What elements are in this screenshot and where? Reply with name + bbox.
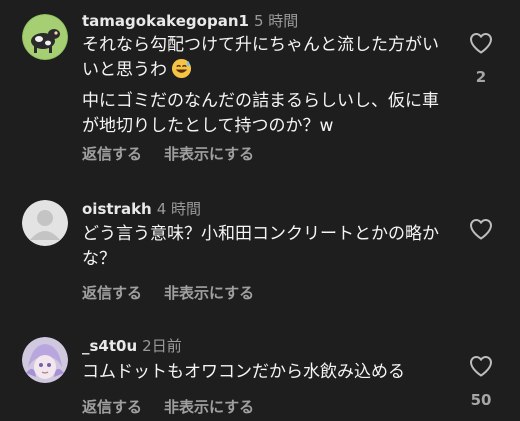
comments-screen: tamagokakegopan1 5 時間 それなら勾配つけて升にちゃんと流した方… bbox=[0, 0, 520, 421]
username[interactable]: oistrakh bbox=[82, 200, 152, 218]
comment-actions: 返信する 非表示にする bbox=[82, 143, 276, 164]
timestamp: 4 時間 bbox=[156, 200, 202, 218]
comment-paragraph: 中にゴミだのなんだの詰まるらしいし、仮に車が地切りしたとして持つのか？w bbox=[82, 91, 439, 136]
anime-avatar-icon bbox=[22, 337, 68, 383]
reply-button[interactable]: 返信する bbox=[82, 396, 142, 417]
hide-button[interactable]: 非表示にする bbox=[164, 396, 254, 417]
username[interactable]: _s4t0u bbox=[82, 337, 137, 355]
grinning-sweat-emoji bbox=[171, 58, 192, 79]
username[interactable]: tamagokakegopan1 bbox=[82, 12, 249, 30]
like-control: 2 bbox=[466, 32, 496, 86]
avatar[interactable] bbox=[22, 14, 68, 60]
like-count: 50 bbox=[470, 391, 492, 409]
comment-text: それなら勾配つけて升にちゃんと流した方がいいと思うわ 中にゴミだのなんだの詰まる… bbox=[82, 33, 452, 139]
reply-button[interactable]: 返信する bbox=[82, 282, 142, 303]
heart-icon[interactable] bbox=[469, 355, 493, 377]
cow-avatar-icon bbox=[22, 14, 68, 60]
comment-paragraph: それなら勾配つけて升にちゃんと流した方がいいと思うわ bbox=[82, 33, 452, 83]
comment-actions: 返信する 非表示にする bbox=[82, 282, 276, 303]
hide-button[interactable]: 非表示にする bbox=[164, 143, 254, 164]
comment-meta: tamagokakegopan1 5 時間 bbox=[82, 12, 298, 30]
heart-icon[interactable] bbox=[469, 32, 493, 54]
like-count: 2 bbox=[475, 68, 487, 86]
like-control bbox=[466, 218, 496, 254]
timestamp: 5 時間 bbox=[253, 12, 299, 30]
avatar[interactable] bbox=[22, 337, 68, 383]
comment-text: どう言う意味？小和田コンクリートとかの略かな？ bbox=[82, 222, 452, 272]
avatar[interactable] bbox=[22, 200, 68, 246]
heart-icon[interactable] bbox=[469, 218, 493, 240]
reply-button[interactable]: 返信する bbox=[82, 143, 142, 164]
comment-paragraph: どう言う意味？小和田コンクリートとかの略かな？ bbox=[82, 224, 439, 269]
comment-meta: oistrakh 4 時間 bbox=[82, 200, 201, 218]
comment-meta: _s4t0u 2日前 bbox=[82, 337, 182, 355]
comment-actions: 返信する 非表示にする bbox=[82, 396, 276, 417]
comment-text: コムドットもオワコンだから水飲み込める bbox=[82, 360, 452, 385]
timestamp: 2日前 bbox=[142, 337, 182, 355]
comment-line: それなら勾配つけて升にちゃんと流した方がいいと思うわ bbox=[82, 35, 439, 80]
default-user-avatar-icon bbox=[22, 200, 68, 246]
hide-button[interactable]: 非表示にする bbox=[164, 282, 254, 303]
comment-paragraph: コムドットもオワコンだから水飲み込める bbox=[82, 362, 405, 382]
like-control: 50 bbox=[466, 355, 496, 409]
